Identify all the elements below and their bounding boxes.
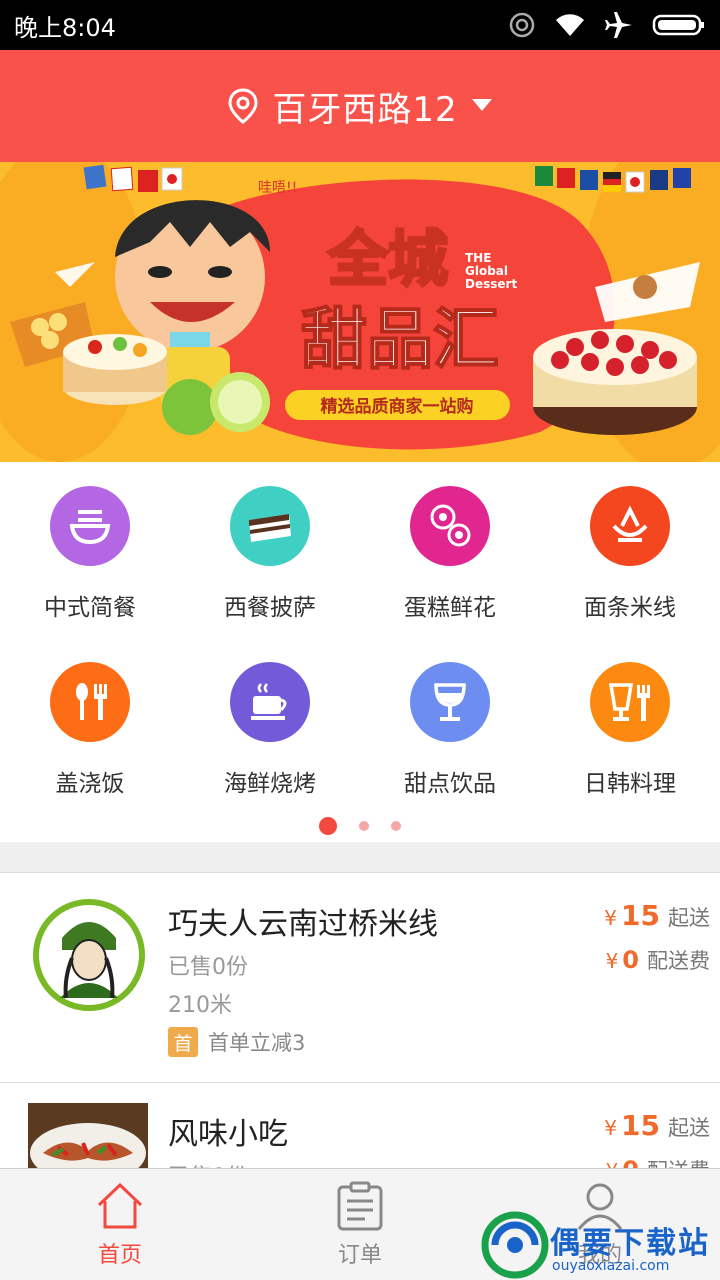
- currency-symbol: ¥: [605, 949, 619, 973]
- shop-list: 巧夫人云南过桥米线 已售0份 210米 首 首单立减3 ¥ 15 起送 ¥ 0 …: [0, 872, 720, 1168]
- status-icons: [508, 10, 706, 40]
- category-noodles[interactable]: 面条米线: [540, 486, 720, 622]
- category-cake-flowers[interactable]: 蛋糕鲜花: [360, 486, 540, 622]
- banner-subtitle: 精选品质商家一站购: [321, 396, 474, 417]
- watermark-title: 偶要下载站: [550, 1226, 710, 1261]
- promo-banner[interactable]: 全城 甜品汇 THE Global Dessert 哇唔!! 精选品质商家一站购: [0, 162, 720, 462]
- airplane-mode-icon: [605, 12, 632, 38]
- promo-tag: 首: [168, 1027, 198, 1057]
- bowl-icon: [50, 486, 130, 566]
- category-label: 中式简餐: [44, 595, 136, 621]
- page-dot-active[interactable]: [319, 817, 337, 835]
- category-label: 海鲜烧烤: [224, 771, 316, 797]
- banner-exclaim: 哇唔!!: [258, 180, 297, 196]
- banner-en-3: Dessert: [465, 277, 517, 291]
- status-bar: 晚上8:04: [0, 0, 720, 50]
- delivery-fee: ¥ 0 配送费: [606, 945, 710, 975]
- shop-item[interactable]: 风味小吃 已售0份 ¥ 15 起送 ¥ 0 配送费: [0, 1083, 720, 1168]
- location-text[interactable]: 百牙西路12: [272, 82, 457, 131]
- shop-sold: 已售0份: [168, 1159, 248, 1168]
- page-dot[interactable]: [391, 821, 401, 831]
- shop-distance: 210米: [168, 993, 232, 1018]
- category-rice[interactable]: 盖浇饭: [0, 662, 180, 798]
- watermark-url: ouyaoxiazai.com: [552, 1258, 670, 1274]
- battery-icon: [652, 14, 704, 36]
- category-grid: 中式简餐 西餐披萨 蛋糕鲜花 面条米线 盖浇饭 海鲜烧烤 甜点饮品 日韩料理: [0, 462, 720, 842]
- tab-home[interactable]: 首页: [0, 1169, 240, 1280]
- min-order-value: 15: [621, 899, 660, 932]
- banner-en-2: Global: [465, 264, 508, 278]
- category-seafood-bbq[interactable]: 海鲜烧烤: [180, 662, 360, 798]
- cup-fork-icon: [590, 662, 670, 742]
- order-icon: [337, 1181, 383, 1231]
- page-dot[interactable]: [359, 821, 369, 831]
- category-label: 日韩料理: [584, 771, 676, 797]
- shop-name[interactable]: 巧夫人云南过桥米线: [168, 899, 438, 943]
- banner-en-1: THE: [465, 251, 491, 265]
- status-time: 晚上8:04: [14, 13, 116, 42]
- category-label: 面条米线: [584, 595, 676, 621]
- banner-title-1: 全城: [327, 225, 448, 295]
- min-order-label: 起送: [668, 906, 710, 930]
- category-western[interactable]: 西餐披萨: [180, 486, 360, 622]
- category-japanese-korean[interactable]: 日韩料理: [540, 662, 720, 798]
- location-bar[interactable]: 百牙西路12: [0, 50, 720, 162]
- strawberry-cake: [533, 329, 697, 435]
- location-pin-icon: [228, 88, 258, 124]
- currency-symbol: ¥: [604, 906, 618, 930]
- delivery-fee: ¥ 0 配送费: [606, 1155, 710, 1168]
- banner-title-2: 甜品汇: [301, 301, 499, 378]
- shop-item[interactable]: 巧夫人云南过桥米线 已售0份 210米 首 首单立减3 ¥ 15 起送 ¥ 0 …: [0, 873, 720, 1083]
- coffee-cup-icon: [230, 662, 310, 742]
- promo-text: 首单立减3: [208, 1031, 306, 1055]
- category-label: 西餐披萨: [224, 595, 316, 621]
- cake-slice-icon: [230, 486, 310, 566]
- roses-icon: [410, 486, 490, 566]
- spoon-fork-icon: [50, 662, 130, 742]
- category-label: 蛋糕鲜花: [404, 595, 496, 621]
- wine-glass-icon: [410, 662, 490, 742]
- shop-photo: [28, 1103, 148, 1168]
- tab-label: 订单: [337, 1243, 382, 1268]
- delivery-fee-label: 配送费: [647, 1155, 710, 1168]
- tab-label: 首页: [97, 1243, 142, 1268]
- fruit-cake: [63, 334, 167, 405]
- min-order-price: ¥ 15 起送: [604, 1109, 710, 1142]
- shop-promo: 首 首单立减3: [168, 1027, 305, 1057]
- banner-illustration: 全城 甜品汇 THE Global Dessert 哇唔!! 精选品质商家一站购: [0, 162, 720, 462]
- hotspot-icon: [509, 12, 535, 38]
- noodle-pot-icon: [590, 486, 670, 566]
- category-label: 盖浇饭: [55, 771, 125, 797]
- site-watermark: 偶要下载站 ouyaoxiazai.com: [480, 1190, 720, 1280]
- shop-logo: [33, 899, 145, 1011]
- chevron-down-icon[interactable]: [471, 99, 492, 113]
- shop-name[interactable]: 风味小吃: [168, 1109, 288, 1153]
- wifi-icon: [556, 14, 584, 36]
- watermark-logo: [481, 1211, 549, 1279]
- min-order-label: 起送: [668, 1116, 710, 1140]
- min-order-price: ¥ 15 起送: [604, 899, 710, 932]
- delivery-fee-value: 0: [622, 946, 639, 974]
- delivery-fee-value: 0: [622, 1156, 639, 1168]
- currency-symbol: ¥: [604, 1116, 618, 1140]
- currency-symbol: ¥: [606, 1159, 619, 1168]
- category-label: 甜点饮品: [404, 771, 496, 797]
- category-chinese[interactable]: 中式简餐: [0, 486, 180, 622]
- min-order-value: 15: [621, 1109, 660, 1142]
- page-indicator: [0, 817, 720, 835]
- delivery-fee-label: 配送费: [647, 949, 710, 973]
- home-icon: [97, 1182, 143, 1229]
- tab-orders[interactable]: 订单: [240, 1169, 480, 1280]
- shop-sold: 已售0份: [168, 955, 248, 980]
- category-dessert-drinks[interactable]: 甜点饮品: [360, 662, 540, 798]
